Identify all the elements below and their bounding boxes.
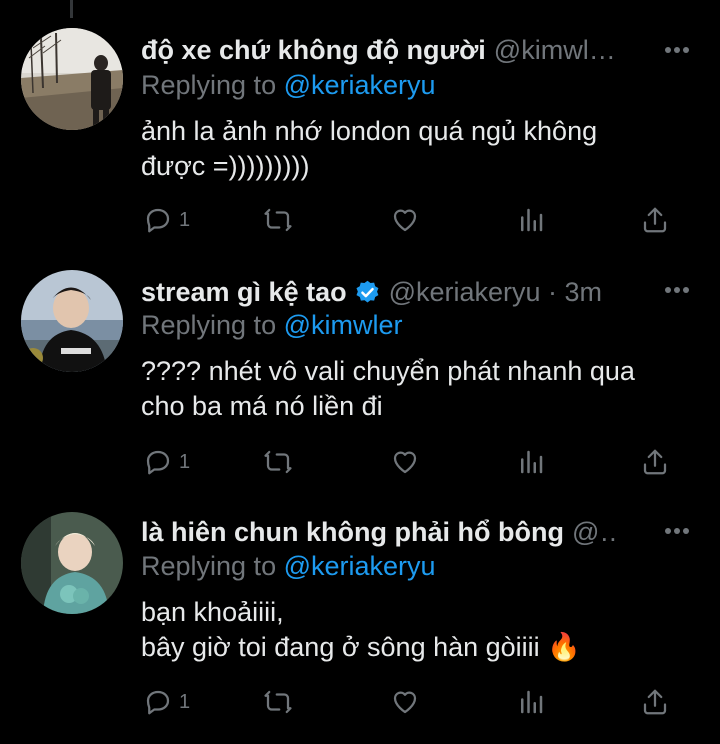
reply-button[interactable]: 1: [143, 200, 190, 240]
reply-count: 1: [179, 450, 191, 473]
share-icon: [643, 449, 667, 475]
like-icon: [393, 451, 417, 474]
like-button[interactable]: [390, 682, 420, 722]
tweet-actions: 1: [0, 682, 720, 722]
display-name[interactable]: là hiên chun không phải hổ bông: [141, 517, 564, 548]
reply-count: 1: [179, 690, 191, 713]
tweet-header: stream gì kệ tao @keriakeryu · 3m: [141, 272, 620, 312]
display-name[interactable]: độ xe chứ không độ người: [141, 35, 486, 66]
analytics-icon: [521, 690, 543, 714]
retweet-icon: [264, 450, 292, 474]
like-icon: [393, 209, 417, 232]
tweet-actions: 1: [0, 200, 720, 240]
replying-to: Replying to @keriakeryu: [141, 70, 436, 101]
reply-mention-link[interactable]: @kimwler: [284, 310, 403, 340]
reply-icon: [146, 450, 170, 475]
analytics-icon: [521, 450, 543, 474]
reply-mention-link[interactable]: @keriakeryu: [284, 551, 436, 581]
more-options-button[interactable]: [662, 516, 692, 546]
share-icon: [643, 689, 667, 715]
avatar[interactable]: [21, 270, 123, 372]
retweet-button[interactable]: [263, 200, 293, 240]
reply-button[interactable]: 1: [143, 442, 190, 482]
analytics-button[interactable]: [516, 682, 546, 722]
analytics-button[interactable]: [516, 200, 546, 240]
analytics-icon: [521, 208, 543, 232]
reply-count: 1: [179, 208, 191, 231]
tweet-header: là hiên chun không phải hổ bông @m…: [141, 512, 620, 552]
tweet-text: ảnh la ảnh nhớ london quá ngủ không được…: [141, 114, 701, 184]
replying-to: Replying to @keriakeryu: [141, 551, 436, 582]
tweet-text-line: bây giờ toi đang ở sông hàn gòiiii 🔥: [141, 632, 581, 662]
reply-button[interactable]: 1: [143, 682, 190, 722]
more-options-button[interactable]: [662, 35, 692, 65]
share-button[interactable]: [640, 682, 670, 722]
like-button[interactable]: [390, 442, 420, 482]
tweet-text: bạn khoảiiii, bây giờ toi đang ở sông hà…: [141, 595, 701, 665]
replying-to-label: Replying to: [141, 310, 277, 340]
reply-icon: [146, 690, 170, 715]
tweet-actions: 1: [0, 442, 720, 482]
more-icon: [665, 47, 689, 53]
replying-to-label: Replying to: [141, 70, 277, 100]
handle-and-time[interactable]: @kimwler ·…: [494, 35, 620, 66]
retweet-icon: [264, 208, 292, 232]
replying-to-label: Replying to: [141, 551, 277, 581]
avatar[interactable]: [21, 28, 123, 130]
retweet-button[interactable]: [263, 442, 293, 482]
like-button[interactable]: [390, 200, 420, 240]
display-name[interactable]: stream gì kệ tao: [141, 277, 347, 308]
reply-mention-link[interactable]: @keriakeryu: [284, 70, 436, 100]
tweet-header: độ xe chứ không độ người @kimwler ·…: [141, 30, 620, 70]
tweet-text-line: được =))))))))): [141, 151, 310, 181]
replying-to: Replying to @kimwler: [141, 310, 403, 341]
more-options-button[interactable]: [662, 275, 692, 305]
thread-connector-line: [70, 0, 73, 18]
tweet-text-line: cho ba má nó liền đi: [141, 391, 383, 421]
more-icon: [665, 528, 689, 534]
handle-and-time[interactable]: @m…: [572, 517, 620, 548]
more-icon: [665, 287, 689, 293]
tweet-text-line: ???? nhét vô vali chuyển phát nhanh qua: [141, 356, 635, 386]
reply-icon: [146, 208, 170, 233]
tweet-text-line: ảnh la ảnh nhớ london quá ngủ không: [141, 116, 598, 146]
tweet-text: ???? nhét vô vali chuyển phát nhanh qua …: [141, 354, 701, 424]
handle-and-time[interactable]: @keriakeryu · 3m: [389, 277, 602, 308]
retweet-button[interactable]: [263, 682, 293, 722]
avatar[interactable]: [21, 512, 123, 614]
retweet-icon: [264, 690, 292, 714]
like-icon: [393, 691, 417, 714]
share-icon: [643, 207, 667, 233]
analytics-button[interactable]: [516, 442, 546, 482]
share-button[interactable]: [640, 442, 670, 482]
verified-icon: [356, 280, 379, 303]
tweet-text-line: bạn khoảiiii,: [141, 597, 284, 627]
share-button[interactable]: [640, 200, 670, 240]
